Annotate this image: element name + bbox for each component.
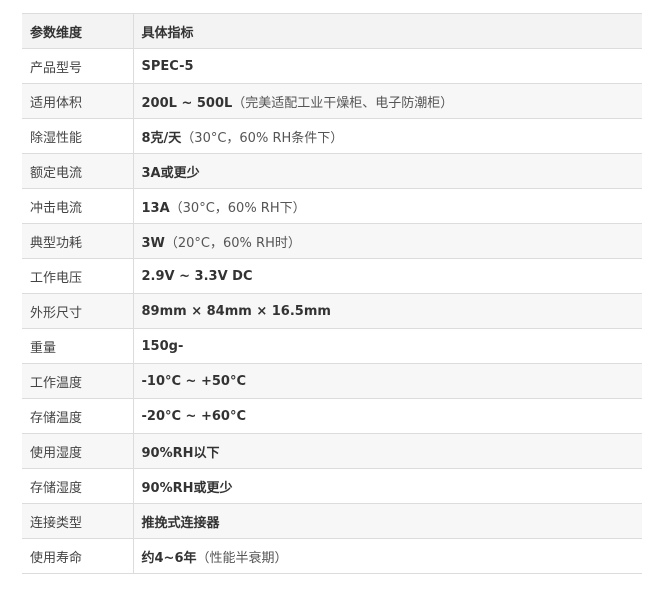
row-value: 3W <box>141 235 165 251</box>
row-value: 150g- <box>141 338 184 354</box>
row-value: -20°C ~ +60°C <box>141 408 247 424</box>
row-value-cell: 3W（20°C，60% RH时） <box>133 223 642 259</box>
row-value: 200L ~ 500L <box>141 95 233 111</box>
row-key: 存储温度 <box>22 398 134 434</box>
row-value: 3A或更少 <box>141 165 200 181</box>
row-value-cell: 推挽式连接器 <box>133 503 642 539</box>
row-key: 典型功耗 <box>22 223 134 259</box>
row-value: 推挽式连接器 <box>141 515 220 531</box>
row-value-cell: SPEC-5 <box>133 48 642 84</box>
table-row: 存储湿度 90%RH或更少 <box>22 468 642 504</box>
table-row: 工作温度 -10°C ~ +50°C <box>22 363 642 399</box>
row-value-cell: 90%RH或更少 <box>133 468 642 504</box>
table-row: 除湿性能 8克/天（30°C，60% RH条件下） <box>22 118 642 154</box>
table-row: 使用湿度 90%RH以下 <box>22 433 642 469</box>
row-note: （30°C，60% RH下） <box>169 200 306 216</box>
row-value: 90%RH或更少 <box>141 480 233 496</box>
row-value: SPEC-5 <box>141 58 194 74</box>
table-row: 工作电压 2.9V ~ 3.3V DC <box>22 258 642 294</box>
row-key: 使用寿命 <box>22 538 134 574</box>
row-key: 除湿性能 <box>22 118 134 154</box>
row-value-cell: 约4~6年（性能半衰期） <box>133 538 642 574</box>
table-row: 产品型号 SPEC-5 <box>22 48 642 84</box>
row-key: 工作电压 <box>22 258 134 294</box>
row-value-cell: 200L ~ 500L（完美适配工业干燥柜、电子防潮柜） <box>133 83 642 119</box>
row-key: 重量 <box>22 328 134 364</box>
row-value-cell: 89mm × 84mm × 16.5mm <box>133 293 642 329</box>
row-key: 额定电流 <box>22 153 134 189</box>
row-key: 使用湿度 <box>22 433 134 469</box>
row-value: 8克/天 <box>141 130 182 146</box>
table-row: 存储温度 -20°C ~ +60°C <box>22 398 642 434</box>
row-key: 存储湿度 <box>22 468 134 504</box>
table-body: 产品型号 SPEC-5 适用体积 200L ~ 500L（完美适配工业干燥柜、电子防潮… <box>22 48 642 574</box>
row-key: 适用体积 <box>22 83 134 119</box>
table-row: 冲击电流 13A（30°C，60% RH下） <box>22 188 642 224</box>
row-key: 冲击电流 <box>22 188 134 224</box>
row-value: 约4~6年 <box>141 550 197 566</box>
table-row: 重量 150g- <box>22 328 642 364</box>
row-key: 工作温度 <box>22 363 134 399</box>
row-key: 产品型号 <box>22 48 134 84</box>
row-value-cell: -20°C ~ +60°C <box>133 398 642 434</box>
spec-table-container: 参数维度 具体指标 产品型号 SPEC-5 适用体积 200L ~ 500L（完美适配… <box>22 13 642 574</box>
row-value: 89mm × 84mm × 16.5mm <box>141 303 331 319</box>
row-note: （30°C，60% RH条件下） <box>181 130 344 146</box>
row-value-cell: 90%RH以下 <box>133 433 642 469</box>
row-value-cell: 3A或更少 <box>133 153 642 189</box>
row-value-cell: 2.9V ~ 3.3V DC <box>133 258 642 294</box>
row-value: 13A <box>141 200 170 216</box>
table-row: 使用寿命 约4~6年（性能半衰期） <box>22 538 642 574</box>
table-header-row: 参数维度 具体指标 <box>22 13 642 49</box>
row-key: 连接类型 <box>22 503 134 539</box>
row-value-cell: -10°C ~ +50°C <box>133 363 642 399</box>
row-note: （性能半衰期） <box>196 550 288 566</box>
row-value: -10°C ~ +50°C <box>141 373 247 389</box>
row-note: （20°C，60% RH时） <box>164 235 301 251</box>
row-note: （完美适配工业干燥柜、电子防潮柜） <box>232 95 454 111</box>
row-value: 90%RH以下 <box>141 445 220 461</box>
header-key: 参数维度 <box>22 13 134 49</box>
spec-table: 参数维度 具体指标 产品型号 SPEC-5 适用体积 200L ~ 500L（完美适配… <box>22 13 642 574</box>
table-row: 额定电流 3A或更少 <box>22 153 642 189</box>
header-value: 具体指标 <box>133 13 642 49</box>
table-row: 连接类型 推挽式连接器 <box>22 503 642 539</box>
table-row: 外形尺寸 89mm × 84mm × 16.5mm <box>22 293 642 329</box>
row-value-cell: 8克/天（30°C，60% RH条件下） <box>133 118 642 154</box>
row-value-cell: 150g- <box>133 328 642 364</box>
table-row: 典型功耗 3W（20°C，60% RH时） <box>22 223 642 259</box>
row-value: 2.9V ~ 3.3V DC <box>141 268 253 284</box>
row-key: 外形尺寸 <box>22 293 134 329</box>
table-row: 适用体积 200L ~ 500L（完美适配工业干燥柜、电子防潮柜） <box>22 83 642 119</box>
row-value-cell: 13A（30°C，60% RH下） <box>133 188 642 224</box>
